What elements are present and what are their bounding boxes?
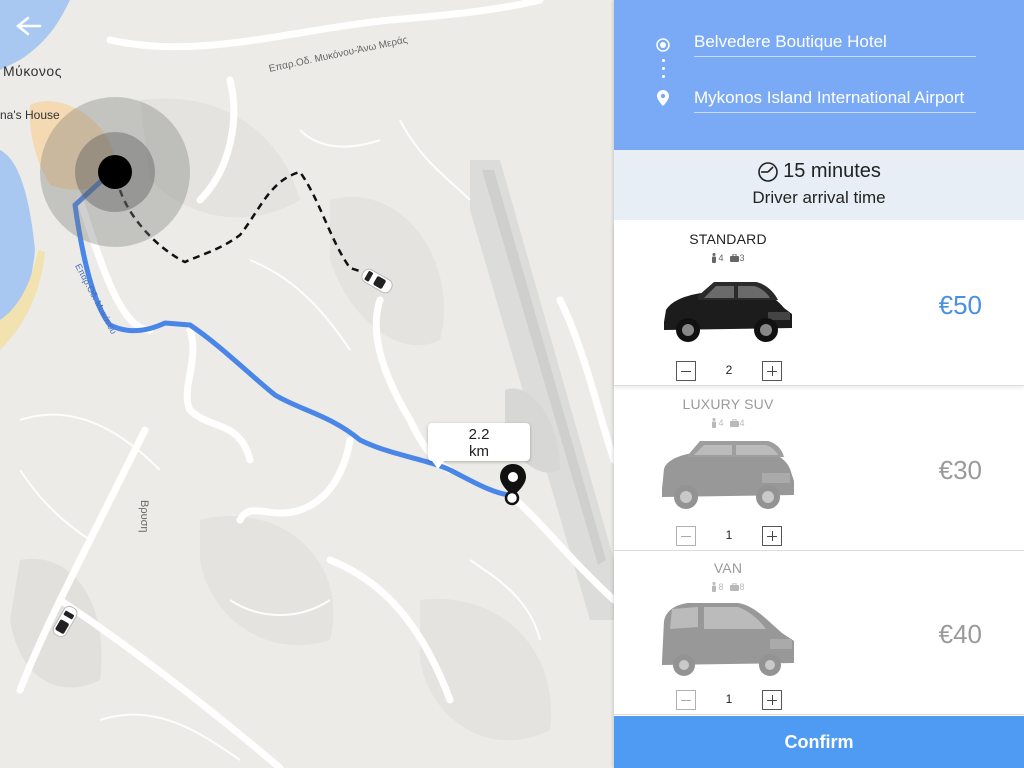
luggage-count: 8 [739,582,745,592]
nearby-car-icon[interactable] [46,600,86,644]
quantity-stepper: 2 [676,361,782,383]
car-option-standard[interactable]: STANDARD 4 3 €50 2 [614,222,1024,386]
luggage-count: 3 [739,253,745,263]
place-label: na's House [0,108,60,122]
car-option-van[interactable]: VAN 8 8 €40 1 [614,551,1024,715]
passenger-count: 4 [718,253,724,263]
distance-value: 2.2 [468,426,490,443]
quantity-increase-button[interactable] [762,526,782,546]
passenger-capacity: 4 [711,418,724,428]
destination-field[interactable]: Mykonos Island International Airport [694,86,976,113]
car-price: €30 [938,455,982,485]
passenger-capacity: 8 [711,582,724,592]
map-view[interactable]: Μύκονος na's House Επαρ.Οδ. Μυκόνου-Άνω … [0,0,614,768]
car-capacity: 8 8 [658,582,798,592]
passenger-capacity: 4 [711,253,724,263]
luggage-icon [729,254,739,262]
luggage-capacity: 3 [729,253,745,263]
eta-label: Driver arrival time [752,188,886,207]
back-arrow-icon[interactable] [12,12,44,40]
eta-section: 15 minutes Driver arrival time [614,150,1024,220]
luggage-capacity: 4 [729,418,745,428]
quantity-decrease-button[interactable] [676,361,696,381]
car-option-luxury-suv[interactable]: LUXURY SUV 4 4 €30 1 [614,387,1024,551]
route-dots-icon [662,59,666,83]
quantity-decrease-button[interactable] [676,690,696,710]
destination-pin-icon[interactable] [498,462,528,506]
quantity-value: 1 [725,692,733,706]
quantity-increase-button[interactable] [762,690,782,710]
car-capacity: 4 3 [658,253,798,263]
quantity-decrease-button[interactable] [676,526,696,546]
map-canvas [0,0,614,768]
person-icon [712,253,717,263]
quantity-stepper: 1 [676,526,782,548]
passenger-count: 4 [718,418,724,428]
luggage-capacity: 8 [729,582,745,592]
distance-unit: km [469,443,489,460]
luggage-icon [729,583,739,591]
luxury-suv-image [662,441,794,509]
luggage-icon [729,419,739,427]
car-name: VAN [713,560,743,576]
car-price: €50 [938,290,982,320]
quantity-value: 2 [725,363,733,377]
trip-header: Belvedere Boutique Hotel Mykonos Island … [614,0,1024,150]
driver-car-icon[interactable] [355,266,399,296]
person-icon [712,582,717,592]
car-name: STANDARD [689,231,767,247]
confirm-button[interactable]: Confirm [614,716,1024,768]
van-image [662,603,794,676]
eta-display: 15 minutes [614,160,1024,183]
car-name: LUXURY SUV [682,396,774,412]
clock-icon [758,161,778,182]
luggage-count: 4 [739,418,745,428]
origin-marker-icon [656,38,670,52]
quantity-value: 1 [725,528,733,542]
standard-car-image [664,282,792,342]
area-label: Βρυση [138,500,150,533]
destination-marker-icon [657,90,669,106]
quantity-increase-button[interactable] [762,361,782,381]
passenger-count: 8 [718,582,724,592]
car-price: €40 [938,619,982,649]
booking-panel: Belvedere Boutique Hotel Mykonos Island … [614,0,1024,768]
car-capacity: 4 4 [658,418,798,428]
eta-value: 15 minutes [783,160,881,182]
origin-field[interactable]: Belvedere Boutique Hotel [694,30,976,57]
quantity-stepper: 1 [676,690,782,712]
town-label: Μύκονος [3,63,62,79]
person-icon [712,418,717,428]
distance-bubble: 2.2 km [428,423,530,469]
